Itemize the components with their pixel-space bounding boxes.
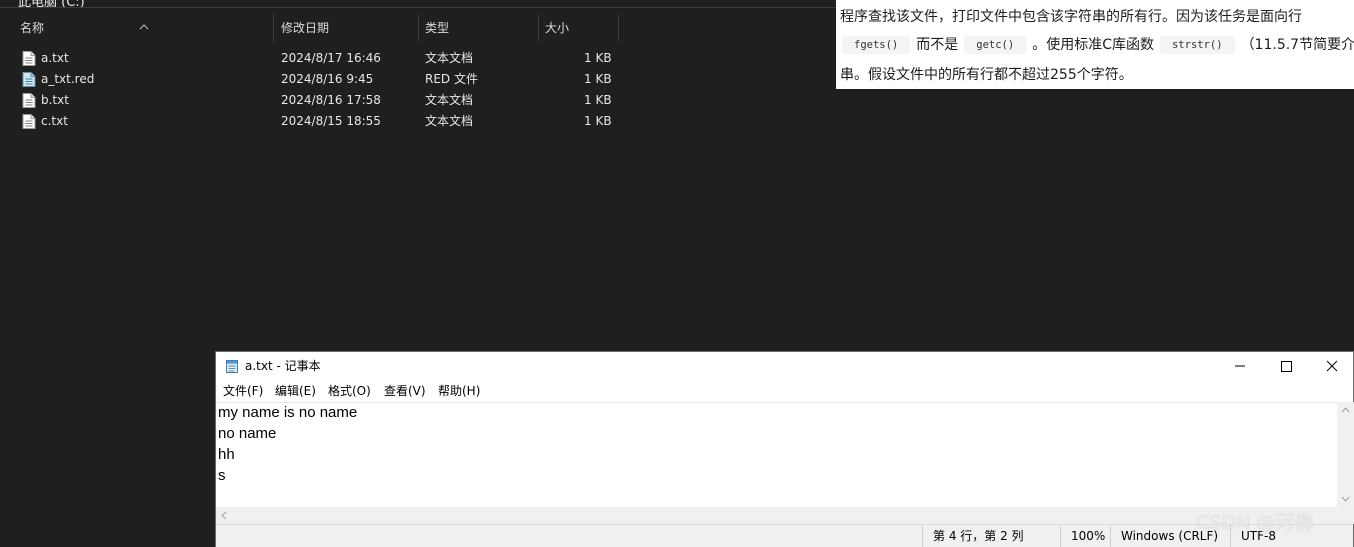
scroll-up-icon: [1341, 407, 1350, 413]
file-row[interactable]: a_txt.red 2024/8/16 9:45 RED 文件 1 KB: [0, 69, 620, 90]
doc-text: （11.5.7节简要介: [1240, 37, 1354, 53]
window-title: a.txt - 记事本: [245, 359, 321, 373]
column-header-size[interactable]: 大小: [539, 14, 619, 42]
file-size: 1 KB: [584, 72, 612, 86]
file-row[interactable]: c.txt 2024/8/15 18:55 文本文档 1 KB: [0, 111, 620, 132]
file-type: 文本文档: [425, 114, 474, 128]
text-line: s: [218, 467, 226, 484]
code-getc: getc(): [964, 36, 1027, 54]
csdn-watermark: CSDN @河佛: [1196, 512, 1314, 534]
doc-line-3: 串。假设文件中的所有行都不超过255个字符。: [840, 67, 1133, 83]
menu-file[interactable]: 文件(F): [223, 380, 263, 402]
explorer-partial-title: 此电脑 (C:): [18, 0, 85, 8]
notepad-window: a.txt - 记事本 文件(F) 编辑(E) 格式(O) 查看(V) 帮助(H…: [215, 351, 1354, 547]
sort-ascending-icon: [139, 24, 149, 30]
file-name: a_txt.red: [41, 72, 95, 86]
file-name: a.txt: [41, 51, 69, 65]
vertical-scrollbar[interactable]: [1337, 402, 1354, 507]
column-header-row: 名称 修改日期 类型 大小: [0, 14, 620, 42]
file-row[interactable]: a.txt 2024/8/17 16:46 文本文档 1 KB: [0, 48, 620, 69]
minimize-button[interactable]: [1217, 352, 1263, 380]
text-line: hh: [218, 446, 235, 463]
minimize-icon: [1235, 365, 1245, 367]
scroll-left-icon: [221, 511, 227, 520]
code-strstr: strstr(): [1159, 36, 1235, 54]
maximize-icon: [1281, 361, 1292, 372]
text-file-icon: [22, 51, 36, 66]
scroll-down-icon: [1341, 496, 1350, 502]
status-cursor-position: 第 4 行，第 2 列: [922, 525, 1056, 547]
column-header-modified[interactable]: 修改日期: [275, 14, 419, 42]
file-modified: 2024/8/16 9:45: [281, 72, 374, 86]
menu-format[interactable]: 格式(O): [328, 380, 371, 402]
text-file-icon: [22, 93, 36, 108]
document-panel: 程序查找该文件，打印文件中包含该字符串的所有行。因为该任务是面向行 fgets(…: [836, 0, 1354, 89]
text-file-icon: [22, 114, 36, 129]
title-bar[interactable]: a.txt - 记事本: [216, 352, 1353, 380]
status-zoom: 100%: [1060, 525, 1110, 547]
file-row[interactable]: b.txt 2024/8/16 17:58 文本文档 1 KB: [0, 90, 620, 111]
menu-view[interactable]: 查看(V): [384, 380, 426, 402]
close-button[interactable]: [1309, 352, 1354, 380]
generic-file-icon: [22, 72, 36, 87]
doc-text: 而不是: [916, 37, 959, 53]
code-fgets: fgets(): [842, 36, 911, 54]
file-type: 文本文档: [425, 93, 474, 107]
file-modified: 2024/8/16 17:58: [281, 93, 381, 107]
maximize-button[interactable]: [1263, 352, 1309, 380]
file-type: RED 文件: [425, 72, 478, 86]
text-editor-area[interactable]: my name is no name no name hh s: [216, 402, 1337, 507]
menu-help[interactable]: 帮助(H): [438, 380, 480, 402]
status-bar: 第 4 行，第 2 列 100% Windows (CRLF) UTF-8: [216, 524, 1353, 547]
text-line: no name: [218, 425, 277, 442]
doc-line-2: fgets() 而不是 getc() 。使用标准C库函数 strstr() （11.5.7…: [836, 34, 1354, 54]
file-name: b.txt: [41, 93, 69, 107]
file-type: 文本文档: [425, 51, 474, 65]
close-icon: [1326, 360, 1338, 372]
file-size: 1 KB: [584, 51, 612, 65]
doc-text: 。使用标准C库函数: [1032, 37, 1154, 53]
file-size: 1 KB: [584, 114, 612, 128]
file-modified: 2024/8/17 16:46: [281, 51, 381, 65]
menu-edit[interactable]: 编辑(E): [275, 380, 316, 402]
notepad-icon: [226, 360, 238, 373]
menu-bar: 文件(F) 编辑(E) 格式(O) 查看(V) 帮助(H): [216, 380, 1353, 402]
scrollbar-corner: [1337, 507, 1354, 524]
doc-line-1: 程序查找该文件，打印文件中包含该字符串的所有行。因为该任务是面向行: [840, 9, 1302, 25]
horizontal-scrollbar[interactable]: [216, 507, 1337, 524]
file-modified: 2024/8/15 18:55: [281, 114, 381, 128]
file-size: 1 KB: [584, 93, 612, 107]
explorer-top-bar: 此电脑 (C:): [0, 0, 836, 8]
text-line: my name is no name: [218, 404, 358, 421]
column-header-type[interactable]: 类型: [419, 14, 539, 42]
file-name: c.txt: [41, 114, 68, 128]
